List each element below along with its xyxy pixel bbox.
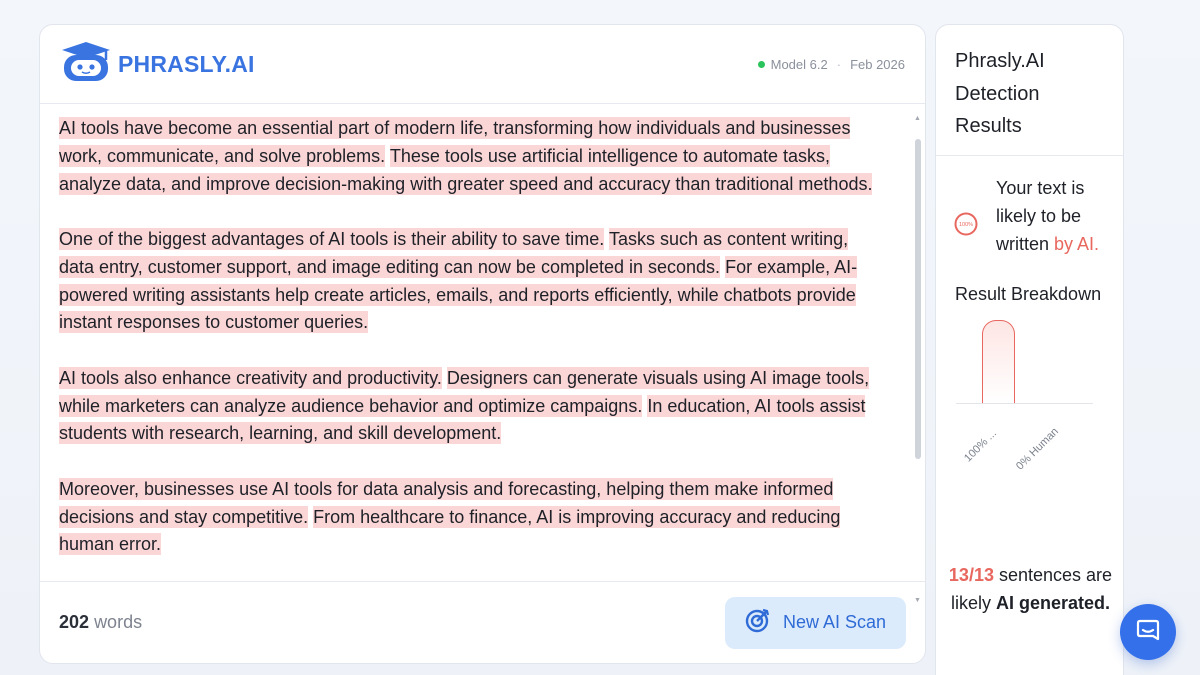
- chat-bubble-icon: [1134, 616, 1162, 649]
- highlighted-sentence: One of the biggest advantages of AI tool…: [59, 227, 605, 250]
- breakdown-label: Result Breakdown: [955, 284, 1102, 304]
- paragraph: AI tools also enhance creativity and pro…: [59, 365, 885, 448]
- analyzed-text-area[interactable]: AI tools have become an essential part o…: [40, 105, 925, 583]
- paragraph: AI tools have become an essential part o…: [59, 115, 885, 198]
- scan-button-label: New AI Scan: [782, 612, 887, 632]
- summary-bold: AI generated.: [996, 593, 1111, 613]
- brand-logo[interactable]: PHRASLY.AI: [60, 41, 255, 88]
- separator: ·: [836, 56, 842, 72]
- brand-name: PHRASLY.AI: [118, 50, 255, 77]
- model-info: Model 6.2 · Feb 2026: [757, 56, 905, 72]
- word-count-suffix: words: [94, 612, 143, 632]
- editor-footer: 202 words New AI Scan: [40, 581, 925, 663]
- model-version: Model 6.2: [770, 56, 828, 72]
- results-title: Phrasly.AI Detection Results: [936, 25, 1123, 156]
- editor-card: PHRASLY.AI Model 6.2 · Feb 2026 AI tools…: [39, 24, 926, 664]
- tick-label-human: 0% Human: [1014, 425, 1061, 473]
- tick-label-ai: 100% ...: [962, 427, 1000, 465]
- scroll-thumb[interactable]: [915, 139, 921, 459]
- status-dot: [757, 60, 765, 68]
- verdict: 100% Your text is likely to be written b…: [936, 156, 1123, 258]
- chart-axis: [956, 403, 1093, 404]
- score-ring-label: 100%: [959, 222, 973, 228]
- breakdown-chart: 100% ... 0% Human: [936, 308, 1125, 498]
- ai-percent-bar: [982, 320, 1015, 403]
- scroll-up-arrow-icon[interactable]: ▲: [914, 115, 921, 123]
- summary-count: 13/13: [948, 565, 994, 585]
- new-ai-scan-button[interactable]: New AI Scan: [725, 596, 906, 649]
- robot-graduate-icon: [60, 41, 112, 88]
- highlighted-sentence: AI tools also enhance creativity and pro…: [59, 366, 442, 389]
- paragraph: One of the biggest advantages of AI tool…: [59, 226, 885, 337]
- paragraph: Moreover, businesses use AI tools for da…: [59, 476, 885, 559]
- score-ring-icon: 100%: [954, 212, 978, 258]
- results-panel: Phrasly.AI Detection Results 100% Your t…: [935, 24, 1124, 675]
- word-count: 202 words: [59, 612, 142, 633]
- target-scan-icon: [745, 607, 771, 638]
- model-date: Feb 2026: [850, 56, 905, 72]
- text-scrollbar[interactable]: ▲ ▼: [914, 115, 922, 605]
- verdict-highlight: by AI.: [1054, 234, 1100, 254]
- word-count-value: 202: [59, 612, 90, 632]
- verdict-text: Your text is likely to be written by AI.: [996, 174, 1105, 258]
- editor-header: PHRASLY.AI Model 6.2 · Feb 2026: [40, 25, 925, 104]
- chat-support-button[interactable]: [1120, 604, 1176, 660]
- sentence-summary: 13/13 sentences are likely AI generated.: [936, 561, 1125, 617]
